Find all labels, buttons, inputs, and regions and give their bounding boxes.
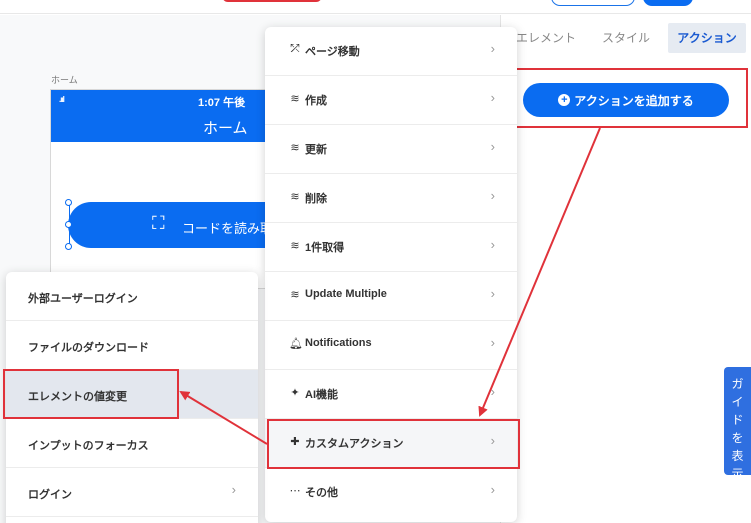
- chevron-right-icon: ›: [490, 335, 495, 350]
- tab-action[interactable]: アクション: [668, 23, 746, 53]
- submenu-item-file-download[interactable]: ファイルのダウンロード: [6, 321, 258, 370]
- menu-item-label: 1件取得: [305, 242, 345, 254]
- submenu-item-label: ファイルのダウンロード: [28, 342, 149, 354]
- annotation-box-custom-action: [267, 419, 520, 469]
- menu-item-label: 作成: [305, 95, 327, 107]
- top-bar: [0, 0, 751, 14]
- menu-item-label: 更新: [305, 144, 327, 156]
- magic-wand-icon: ✦: [290, 387, 300, 399]
- menu-item-label: Update Multiple: [305, 288, 387, 300]
- qr-code-icon: ⛶: [152, 213, 165, 233]
- route-icon: ⤱: [290, 43, 300, 55]
- menu-item-page-navigation[interactable]: ⤱ ページ移動 ›: [265, 27, 517, 76]
- chevron-right-icon: ›: [490, 139, 495, 154]
- menu-item-notifications[interactable]: 🔔︎ Notifications ›: [265, 321, 517, 370]
- submenu-item-login[interactable]: ログイン ›: [6, 468, 258, 517]
- submenu-item-label: ログイン: [28, 489, 72, 501]
- resize-handle[interactable]: [65, 199, 72, 206]
- chevron-right-icon: ›: [490, 188, 495, 203]
- menu-item-create[interactable]: ≋ 作成 ›: [265, 76, 517, 125]
- chevron-right-icon: ›: [490, 41, 495, 56]
- chevron-right-icon: ›: [490, 286, 495, 301]
- guide-tab-label: ガイドを表示: [731, 377, 744, 481]
- signal-icon: .ııl: [59, 95, 65, 104]
- menu-item-label: その他: [305, 487, 338, 499]
- menu-item-label: 削除: [305, 193, 327, 205]
- menu-item-label: Notifications: [305, 337, 372, 349]
- tab-element[interactable]: エレメント: [514, 23, 578, 53]
- menu-item-label: AI機能: [305, 389, 338, 401]
- phone-title: ホーム: [203, 120, 248, 137]
- top-outline-button[interactable]: [551, 0, 635, 6]
- chevron-right-icon: ›: [490, 237, 495, 252]
- database-icon: ≋: [290, 289, 300, 301]
- menu-item-update[interactable]: ≋ 更新 ›: [265, 125, 517, 174]
- top-primary-button[interactable]: [643, 0, 693, 6]
- chevron-right-icon: ›: [490, 384, 495, 399]
- bell-icon: 🔔︎: [289, 338, 303, 350]
- top-annotation-box: [222, 0, 322, 2]
- status-time: 1:07 午後: [198, 97, 246, 109]
- chevron-right-icon: ›: [490, 90, 495, 105]
- submenu-item-label: インプットのフォーカス: [28, 440, 149, 452]
- screen-label: ホーム: [51, 75, 78, 85]
- ellipsis-icon: ⋯: [289, 485, 301, 497]
- chevron-right-icon: ›: [490, 482, 495, 497]
- menu-item-get-one[interactable]: ≋ 1件取得 ›: [265, 223, 517, 272]
- resize-handle[interactable]: [65, 221, 72, 228]
- submenu-item-label: 外部ユーザーログイン: [28, 293, 138, 305]
- database-icon: ≋: [290, 142, 300, 154]
- annotation-box-add-action: [504, 68, 748, 128]
- menu-item-ai-features[interactable]: ✦ AI機能 ›: [265, 370, 517, 419]
- menu-item-update-multiple[interactable]: ≋ Update Multiple ›: [265, 272, 517, 321]
- phone-header: .ııl 1:07 午後 ホーム: [51, 90, 289, 142]
- submenu-item-input-focus[interactable]: インプットのフォーカス: [6, 419, 258, 468]
- tab-style[interactable]: スタイル: [598, 23, 654, 53]
- qr-scan-button[interactable]: ⛶ コードを読み取: [68, 202, 298, 248]
- resize-handle[interactable]: [65, 243, 72, 250]
- chevron-right-icon: ›: [231, 482, 236, 497]
- menu-item-other[interactable]: ⋯ その他 ›: [265, 468, 517, 517]
- database-icon: ≋: [290, 93, 300, 105]
- database-icon: ≋: [290, 240, 300, 252]
- annotation-box-element-value: [3, 369, 179, 419]
- menu-item-delete[interactable]: ≋ 削除 ›: [265, 174, 517, 223]
- menu-item-label: ページ移動: [305, 46, 360, 58]
- guide-tab[interactable]: ガイドを表示: [724, 367, 751, 481]
- phone-preview: .ııl 1:07 午後 ホーム: [50, 89, 290, 289]
- database-icon: ≋: [290, 191, 300, 203]
- submenu-item-external-login[interactable]: 外部ユーザーログイン: [6, 272, 258, 321]
- qr-button-label: コードを読み取: [182, 221, 274, 236]
